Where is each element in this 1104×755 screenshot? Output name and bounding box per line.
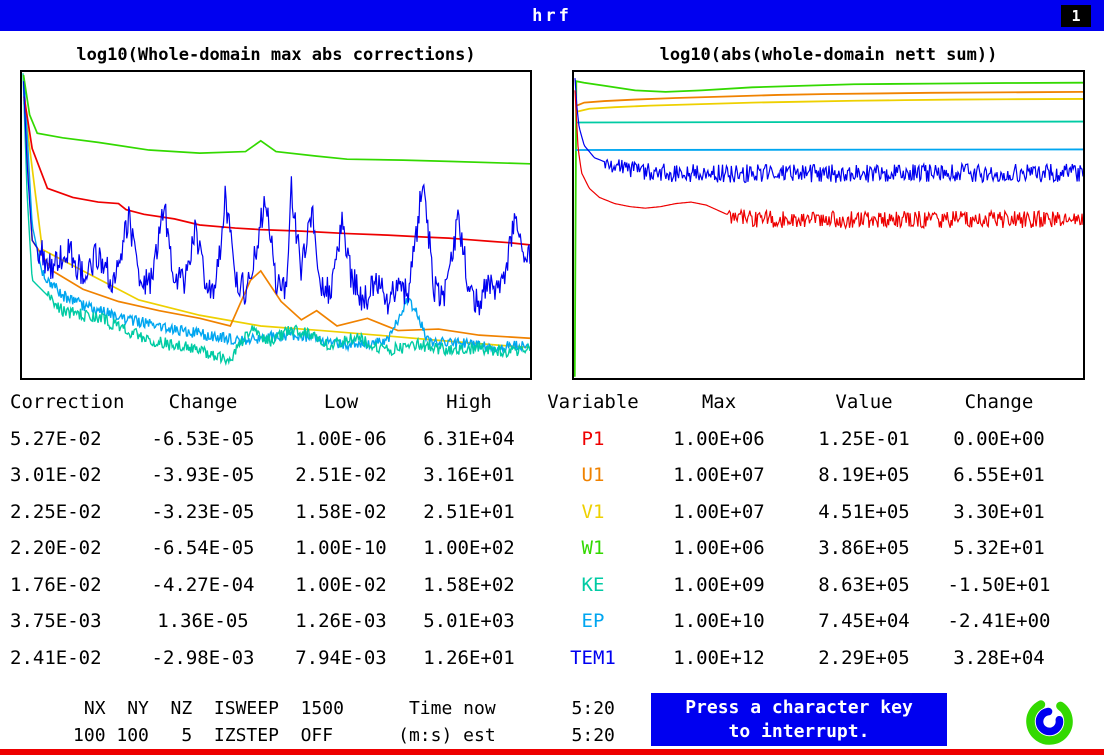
table-cell: 3.16E+01 [406,464,532,486]
interrupt-prompt-line-2: to interrupt. [729,720,870,744]
bottom-red-bar [0,749,1104,755]
series-p1 [575,90,1083,228]
table-cell: -3.23E-05 [130,501,276,523]
column-header: Low [276,391,406,413]
table-cell: 1.00E+12 [639,647,799,669]
table-cell: 1.00E+06 [639,428,799,450]
table-cell: 4.51E+05 [799,501,929,523]
table-cell: 1.00E+07 [639,464,799,486]
corrections-chart [20,70,532,380]
variable-label: W1 [547,537,639,559]
table-cell: 2.51E+01 [406,501,532,523]
table-cell: 1.58E+02 [406,574,532,596]
nett-sum-chart-plot [574,72,1083,378]
table-cell: 1.00E+07 [639,501,799,523]
table-cell: 1.58E-02 [276,501,406,523]
table-cell: 1.00E-10 [276,537,406,559]
table-cell: 1.00E+02 [406,537,532,559]
nett-sum-chart [572,70,1085,380]
status-line-2: 100 100 5 IZSTEP OFF (m:s) est 5:20 [8,722,615,749]
column-header: Change [929,391,1069,413]
table-cell: 1.00E-02 [276,574,406,596]
window-title: hrf [532,6,572,26]
left-chart-title: log10(Whole-domain max abs corrections) [20,45,532,65]
variables-table: VariableMaxValueChangeP11.00E+061.25E-01… [547,384,1069,676]
table-cell: 1.00E+06 [639,537,799,559]
table-cell: 3.30E+01 [929,501,1069,523]
table-cell: 1.26E+01 [406,647,532,669]
variable-label: U1 [547,464,639,486]
table-cell: 2.51E-02 [276,464,406,486]
interrupt-prompt-line-1: Press a character key [685,696,913,720]
table-cell: 7.94E-03 [276,647,406,669]
series-w1 [24,75,530,164]
table-cell: -3.93E-05 [130,464,276,486]
corrections-table: CorrectionChangeLowHigh 5.27E-02-6.53E-05… [8,384,532,676]
series-ke [576,122,1083,123]
series-ke [23,73,530,363]
table-cell: 0.00E+00 [929,428,1069,450]
series-p1 [24,96,530,244]
table-cell: 7.45E+04 [799,610,929,632]
table-cell: 5.32E+01 [929,537,1069,559]
table-cell: 2.20E-02 [8,537,130,559]
table-cell: 6.55E+01 [929,464,1069,486]
interrupt-prompt: Press a character key to interrupt. [651,693,947,746]
table-cell: 1.26E-03 [276,610,406,632]
table-cell: 1.00E-06 [276,428,406,450]
table-cell: 5.01E+03 [406,610,532,632]
series-u1 [24,100,530,339]
table-cell: 3.28E+04 [929,647,1069,669]
column-header: Variable [547,391,639,413]
table-cell: 2.41E-02 [8,647,130,669]
variable-label: EP [547,610,639,632]
corrections-chart-plot [22,72,530,378]
variable-label: KE [547,574,639,596]
status-readout: NX NY NZ ISWEEP 1500 Time now 5:20 100 1… [8,695,615,749]
page-number-badge: 1 [1061,5,1091,27]
column-header: Value [799,391,929,413]
table-cell: 3.75E-03 [8,610,130,632]
cham-logo [1021,693,1078,750]
table-cell: 2.29E+05 [799,647,929,669]
table-cell: -6.54E-05 [130,537,276,559]
variable-label: TEM1 [547,647,639,669]
table-cell: 3.01E-02 [8,464,130,486]
column-header: Change [130,391,276,413]
table-cell: -1.50E+01 [929,574,1069,596]
variable-label: P1 [547,428,639,450]
variable-label: V1 [547,501,639,523]
series-v1 [577,99,1083,112]
right-chart-title: log10(abs(whole-domain nett sum)) [572,45,1085,65]
series-w1 [575,81,1083,377]
table-cell: 8.63E+05 [799,574,929,596]
table-cell: -2.98E-03 [130,647,276,669]
column-header: Correction [8,391,130,413]
table-cell: 1.00E+10 [639,610,799,632]
status-line-1: NX NY NZ ISWEEP 1500 Time now 5:20 [8,695,615,722]
table-cell: -2.41E+00 [929,610,1069,632]
table-cell: -4.27E-04 [130,574,276,596]
table-cell: 1.36E-05 [130,610,276,632]
table-cell: 2.25E-02 [8,501,130,523]
title-bar: hrf 1 [0,0,1104,31]
table-cell: 8.19E+05 [799,464,929,486]
table-cell: 6.31E+04 [406,428,532,450]
column-header: High [406,391,532,413]
series-ep [576,149,1083,150]
table-cell: 1.76E-02 [8,574,130,596]
table-cell: -6.53E-05 [130,428,276,450]
column-header: Max [639,391,799,413]
table-cell: 3.86E+05 [799,537,929,559]
table-cell: 1.25E-01 [799,428,929,450]
table-cell: 1.00E+09 [639,574,799,596]
series-ep [24,78,530,352]
table-cell: 5.27E-02 [8,428,130,450]
